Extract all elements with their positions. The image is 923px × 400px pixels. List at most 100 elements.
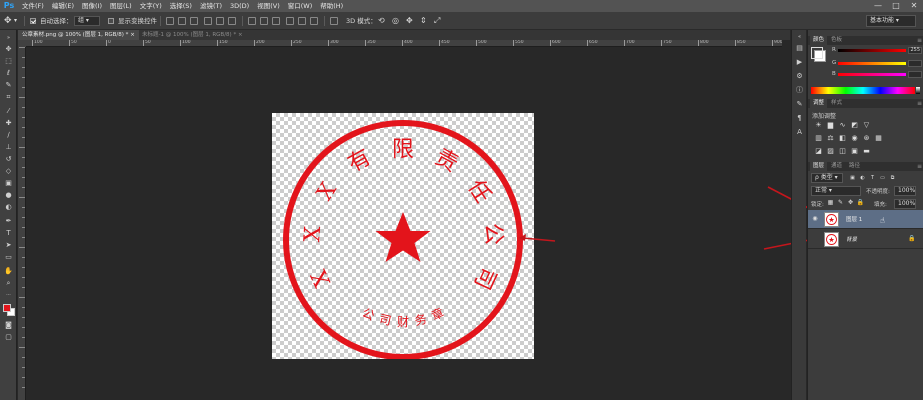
menu-filter[interactable]: 滤镜(T) bbox=[196, 0, 226, 12]
close-tab-icon[interactable]: × bbox=[130, 32, 135, 38]
tab-styles[interactable]: 样式 bbox=[828, 99, 845, 108]
document-canvas[interactable]: XXX有限责任公司 公司财务章 bbox=[272, 113, 534, 359]
pen-tool-icon[interactable]: ✒ bbox=[3, 216, 14, 226]
red-value-field[interactable]: 255 bbox=[908, 47, 922, 54]
vertical-ruler[interactable] bbox=[18, 47, 26, 400]
posterize-icon[interactable]: ▨ bbox=[826, 147, 835, 155]
tab-untitled-document[interactable]: 未标题-1 @ 100% (图层 1, RGB/8) * × bbox=[138, 30, 247, 40]
path-select-tool-icon[interactable]: ➤ bbox=[3, 240, 14, 250]
blur-tool-icon[interactable]: ● bbox=[3, 190, 14, 200]
filter-adjustment-icon[interactable]: ◐ bbox=[858, 174, 867, 182]
3d-rotate-icon[interactable]: ⟲ bbox=[378, 15, 385, 27]
auto-select-checkbox[interactable] bbox=[30, 18, 36, 24]
panel-menu-icon[interactable]: ≡ bbox=[914, 36, 923, 45]
align-left-icon[interactable] bbox=[204, 17, 212, 25]
curves-icon[interactable]: ∿ bbox=[838, 121, 847, 129]
red-slider[interactable] bbox=[838, 49, 906, 52]
blue-value-field[interactable] bbox=[908, 71, 922, 78]
menu-3d[interactable]: 3D(D) bbox=[226, 0, 253, 12]
foreground-color-swatch[interactable] bbox=[3, 304, 11, 312]
move-tool-icon[interactable]: ✥ bbox=[3, 44, 14, 54]
lock-transparent-icon[interactable]: ▦ bbox=[826, 199, 835, 207]
align-top-icon[interactable] bbox=[166, 17, 174, 25]
lasso-tool-icon[interactable]: ℓ bbox=[3, 68, 14, 78]
panel-menu-icon[interactable]: ≡ bbox=[914, 99, 923, 108]
workspace-dropdown[interactable]: 基本功能 ▾ bbox=[866, 15, 916, 27]
distribute-bottom-icon[interactable] bbox=[272, 17, 280, 25]
filter-smart-object-icon[interactable]: ⧉ bbox=[888, 174, 897, 182]
tab-paths[interactable]: 路径 bbox=[846, 162, 863, 171]
tab-swatches[interactable]: 色板 bbox=[828, 36, 845, 45]
info-panel-icon[interactable]: ⓘ bbox=[795, 86, 804, 95]
menu-image[interactable]: 图像(I) bbox=[78, 0, 106, 12]
green-value-field[interactable] bbox=[908, 60, 922, 67]
screen-mode-icon[interactable]: ▢ bbox=[3, 332, 14, 342]
fill-field[interactable]: 100% bbox=[894, 199, 916, 209]
tab-layers[interactable]: 图层 bbox=[810, 162, 828, 171]
visibility-eye-icon[interactable] bbox=[811, 235, 819, 243]
crop-tool-icon[interactable]: ⌗ bbox=[3, 92, 14, 102]
invert-icon[interactable]: ◪ bbox=[814, 147, 823, 155]
horizontal-ruler[interactable]: 100 50 0 50 100 150 200 250 300 350 400 450 500 550 60… bbox=[26, 40, 782, 47]
layer-row-background[interactable]: 背景 🔒 bbox=[808, 230, 923, 249]
auto-align-icon[interactable] bbox=[330, 17, 338, 25]
selective-color-icon[interactable]: ▣ bbox=[850, 147, 859, 155]
tab-adjustments[interactable]: 调整 bbox=[810, 99, 828, 108]
history-panel-icon[interactable]: ▤ bbox=[795, 44, 804, 53]
levels-icon[interactable]: ▆ bbox=[826, 121, 835, 129]
character-panel-icon[interactable]: A bbox=[795, 128, 804, 137]
threshold-icon[interactable]: ◫ bbox=[838, 147, 847, 155]
close-button[interactable]: ✕ bbox=[905, 0, 923, 12]
align-right-icon[interactable] bbox=[228, 17, 236, 25]
color-balance-icon[interactable]: ⚖ bbox=[826, 134, 835, 142]
foreground-color-preview[interactable] bbox=[811, 47, 823, 59]
distribute-vcenter-icon[interactable] bbox=[260, 17, 268, 25]
gradient-tool-icon[interactable]: ▣ bbox=[3, 178, 14, 188]
align-hcenter-icon[interactable] bbox=[216, 17, 224, 25]
color-lookup-icon[interactable]: ▦ bbox=[874, 134, 883, 142]
clone-stamp-tool-icon[interactable]: ⊥ bbox=[3, 142, 14, 152]
distribute-top-icon[interactable] bbox=[248, 17, 256, 25]
blend-mode-dropdown[interactable]: 正常 ▾ bbox=[811, 186, 861, 196]
marquee-tool-icon[interactable]: ⬚ bbox=[3, 56, 14, 66]
menu-file[interactable]: 文件(F) bbox=[18, 0, 48, 12]
3d-scale-icon[interactable]: ⤢ bbox=[434, 15, 440, 27]
menu-window[interactable]: 窗口(W) bbox=[284, 0, 317, 12]
grayscale-ramp[interactable] bbox=[916, 87, 920, 94]
quick-select-tool-icon[interactable]: ✎ bbox=[3, 80, 14, 90]
tool-preset-chevron-icon[interactable]: ▾ bbox=[14, 15, 17, 27]
3d-pan-icon[interactable]: ✥ bbox=[406, 15, 413, 27]
filter-type-icon[interactable]: T bbox=[868, 174, 877, 182]
panel-menu-icon[interactable]: ≡ bbox=[914, 162, 923, 171]
move-tool-icon[interactable]: ✥ bbox=[4, 15, 12, 27]
filter-shape-icon[interactable]: ▭ bbox=[878, 174, 887, 182]
menu-type[interactable]: 文字(Y) bbox=[136, 0, 166, 12]
minimize-button[interactable]: — bbox=[869, 0, 887, 12]
layer-kind-filter[interactable]: ρ 类型 ▾ bbox=[811, 173, 843, 183]
photo-filter-icon[interactable]: ◉ bbox=[850, 134, 859, 142]
tab-color[interactable]: 颜色 bbox=[810, 36, 828, 45]
menu-layer[interactable]: 图层(L) bbox=[106, 0, 136, 12]
eyedropper-tool-icon[interactable]: ⁄ bbox=[3, 106, 14, 116]
3d-slide-icon[interactable]: ⇕ bbox=[420, 15, 427, 27]
hue-saturation-icon[interactable]: ▥ bbox=[814, 134, 823, 142]
rectangle-tool-icon[interactable]: ▭ bbox=[3, 252, 14, 262]
distribute-hcenter-icon[interactable] bbox=[298, 17, 306, 25]
black-white-icon[interactable]: ◧ bbox=[838, 134, 847, 142]
edit-toolbar-icon[interactable]: ··· bbox=[3, 290, 14, 300]
hand-tool-icon[interactable]: ✋ bbox=[3, 266, 14, 276]
menu-select[interactable]: 选择(S) bbox=[166, 0, 196, 12]
channel-mixer-icon[interactable]: ⊛ bbox=[862, 134, 871, 142]
history-brush-tool-icon[interactable]: ↺ bbox=[3, 154, 14, 164]
quick-mask-icon[interactable]: ◙ bbox=[3, 320, 14, 330]
dodge-tool-icon[interactable]: ◐ bbox=[3, 202, 14, 212]
toolbar-collapse-icon[interactable]: » bbox=[3, 33, 14, 43]
visibility-eye-icon[interactable]: ◉ bbox=[811, 215, 819, 223]
tab-channels[interactable]: 通道 bbox=[828, 162, 845, 171]
opacity-field[interactable]: 100% bbox=[894, 186, 916, 196]
ruler-origin[interactable] bbox=[18, 40, 26, 47]
brush-tool-icon[interactable]: ∕ bbox=[3, 130, 14, 140]
align-vcenter-icon[interactable] bbox=[178, 17, 186, 25]
green-slider[interactable] bbox=[838, 62, 906, 65]
distribute-left-icon[interactable] bbox=[286, 17, 294, 25]
